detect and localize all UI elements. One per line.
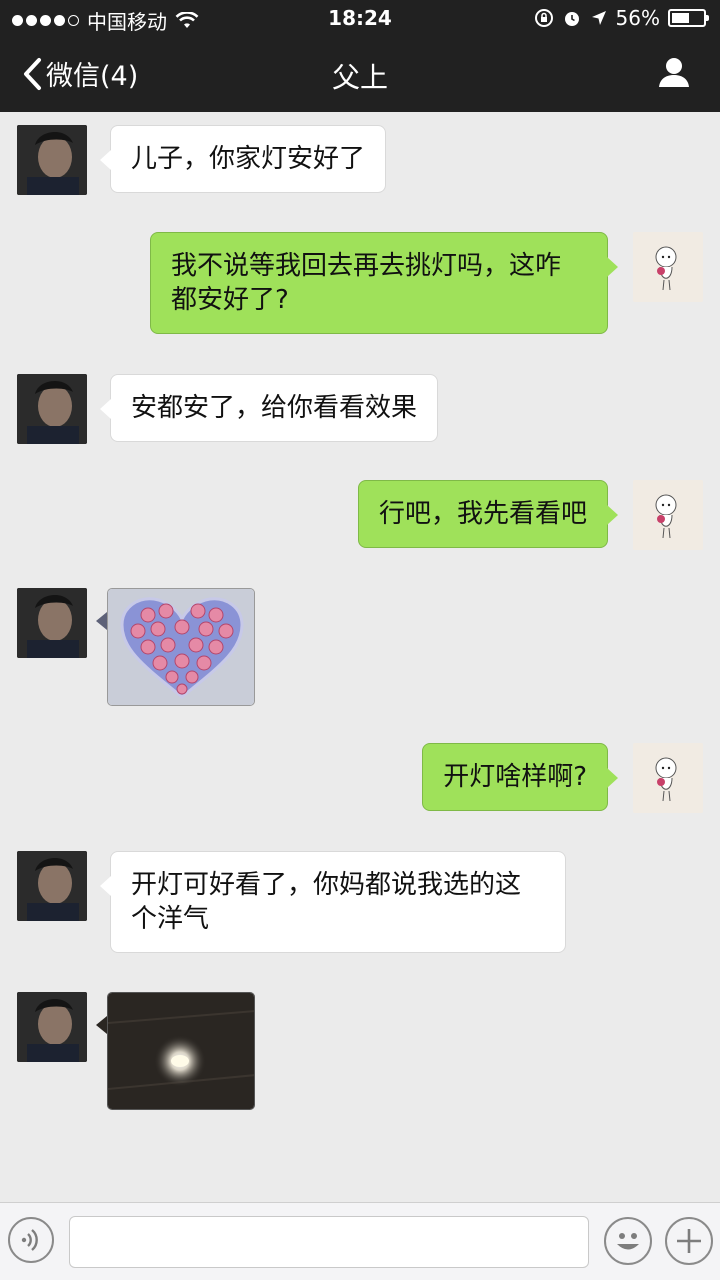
location-icon bbox=[591, 11, 606, 25]
battery-percent: 56% bbox=[615, 6, 660, 30]
message-list[interactable]: 儿子，你家灯安好了 我不说等我回去再去挑灯吗，这咋 都安好了? 安都安了，给你看… bbox=[0, 112, 720, 1202]
father-avatar-photo bbox=[17, 851, 87, 921]
father-avatar-photo bbox=[17, 588, 87, 658]
father-avatar[interactable] bbox=[17, 851, 87, 921]
message-text: 行吧，我先看看吧 bbox=[378, 499, 587, 529]
father-avatar[interactable] bbox=[17, 125, 87, 195]
message-bubble[interactable]: 安都安了，给你看看效果 bbox=[99, 374, 439, 442]
message-text: 儿子，你家灯安好了 bbox=[131, 144, 366, 174]
input-bar bbox=[0, 1202, 720, 1280]
contact-profile-button[interactable] bbox=[658, 56, 690, 92]
plus-icon bbox=[677, 1229, 701, 1253]
my-avatar-drawing bbox=[633, 743, 703, 813]
father-avatar[interactable] bbox=[17, 588, 87, 658]
message-bubble[interactable]: 行吧，我先看看吧 bbox=[357, 480, 619, 548]
message-text-line: 开灯可好看了，你妈都说我选的这 bbox=[131, 870, 522, 900]
father-avatar-photo bbox=[17, 125, 87, 195]
more-button[interactable] bbox=[665, 1217, 713, 1265]
father-avatar[interactable] bbox=[17, 374, 87, 444]
chat-header: 微信(4) 父上 bbox=[0, 36, 720, 112]
message-text: 开灯啥样啊? bbox=[443, 762, 587, 792]
message-bubble[interactable]: 我不说等我回去再去挑灯吗，这咋 都安好了? bbox=[150, 232, 618, 334]
battery-icon bbox=[668, 9, 709, 27]
father-avatar-photo bbox=[17, 992, 87, 1062]
person-icon bbox=[659, 58, 689, 87]
alarm-icon bbox=[564, 12, 579, 26]
bubble-tail bbox=[96, 612, 107, 630]
message-bubble[interactable]: 儿子，你家灯安好了 bbox=[99, 125, 387, 193]
my-avatar[interactable] bbox=[633, 743, 703, 813]
emoji-button[interactable] bbox=[604, 1217, 652, 1265]
chat-title: 父上 bbox=[331, 61, 388, 94]
message-bubble[interactable]: 开灯啥样啊? bbox=[422, 743, 618, 811]
message-text-line: 我不说等我回去再去挑灯吗，这咋 bbox=[171, 251, 562, 281]
emoji-icon bbox=[617, 1233, 639, 1250]
image-message-heart-lamp[interactable] bbox=[107, 588, 255, 706]
my-avatar-drawing bbox=[633, 480, 703, 550]
father-avatar-photo bbox=[17, 374, 87, 444]
image-message-lit-lamp[interactable] bbox=[107, 992, 255, 1110]
message-text-line: 都安好了? bbox=[171, 285, 289, 315]
rotation-lock-icon bbox=[534, 9, 553, 27]
message-bubble[interactable]: 开灯可好看了，你妈都说我选的这 个洋气 bbox=[100, 851, 566, 953]
message-text-line: 个洋气 bbox=[131, 904, 210, 934]
my-avatar[interactable] bbox=[633, 232, 703, 302]
bubble-tail bbox=[96, 1016, 107, 1034]
my-avatar[interactable] bbox=[633, 480, 703, 550]
status-bar: 中国移动 18:24 56% bbox=[0, 0, 720, 36]
heart-lamp-photo bbox=[108, 589, 254, 705]
my-avatar-drawing bbox=[633, 232, 703, 302]
father-avatar[interactable] bbox=[17, 992, 87, 1062]
voice-icon bbox=[21, 1229, 38, 1251]
voice-button[interactable] bbox=[8, 1217, 54, 1263]
message-text: 安都安了，给你看看效果 bbox=[131, 393, 418, 423]
lit-lamp-photo bbox=[108, 993, 254, 1109]
message-input[interactable] bbox=[69, 1216, 589, 1268]
